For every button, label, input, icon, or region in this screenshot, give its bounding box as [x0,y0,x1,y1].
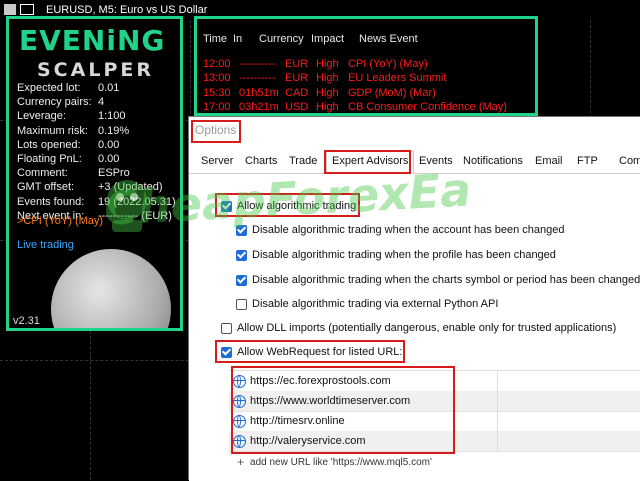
globe-icon [233,434,246,448]
disable-on-symbol-change-label: Disable algorithmic trading when the cha… [252,274,640,286]
news-row: 12:00 ---------- EUR High CPI (YoY) (May) [203,58,428,70]
allow-webrequest-option[interactable]: Allow WebRequest for listed URL: [221,346,402,358]
allow-dll-imports-label: Allow DLL imports (potentially dangerous… [237,322,617,334]
window-title: EURUSD, M5: Euro vs US Dollar [46,4,208,16]
disable-via-python-option[interactable]: Disable algorithmic trading via external… [236,298,498,310]
news-header-event: News Event [359,33,418,45]
ea-stat-row: GMT offset: +3 (Updated) [17,181,163,194]
disable-on-account-change-checkbox[interactable] [236,224,247,236]
ea-info-panel: EVENiNG SCALPER Expected lot: 0.01 Curren… [6,16,183,331]
url-text: http://timesrv.online [250,415,345,427]
tab-charts[interactable]: Charts [245,155,277,167]
ea-stat-row: Floating PnL: 0.00 [17,153,120,166]
url-text: http://valeryservice.com [250,435,366,447]
news-header-time: Time [203,33,228,45]
disable-on-account-change-option[interactable]: Disable algorithmic trading when the acc… [236,224,564,236]
news-header-in: In [233,33,243,45]
trading-status: Live trading [17,239,74,251]
allow-dll-imports-checkbox[interactable] [221,322,232,334]
url-text: https://ec.forexprostools.com [250,375,391,387]
news-header-row: Time In Currency Impact News Event [197,33,418,45]
disable-on-profile-change-option[interactable]: Disable algorithmic trading when the pro… [236,249,556,261]
tab-trade[interactable]: Trade [289,155,317,167]
url-row[interactable]: http://valeryservice.com [229,431,640,452]
news-row: 17:00 03h21m USD High CB Consumer Confidence… [203,100,507,113]
moon-graphic [51,249,171,328]
ea-status-icon [20,4,34,15]
ea-stat-row: Events found: 19 (2022.05.31) [17,195,176,208]
disable-on-symbol-change-checkbox[interactable] [236,274,247,286]
disable-on-account-change-label: Disable algorithmic trading when the acc… [252,224,565,236]
news-row: 15:30 01h51m CAD High GDP (MoM) (Mar) [203,86,436,99]
options-dialog-title: Options [195,123,237,137]
allow-dll-imports-option[interactable]: Allow DLL imports (potentially dangerous… [221,322,616,334]
news-header-impact: Impact [311,33,345,45]
disable-via-python-checkbox[interactable] [236,298,247,310]
disable-on-symbol-change-option[interactable]: Disable algorithmic trading when the cha… [236,274,640,286]
url-row[interactable]: https://www.worldtimeserver.com [229,391,640,412]
ea-stat-row: Comment: ESPro [17,167,130,180]
allow-algo-trading-option[interactable]: Allow algorithmic trading [221,200,356,212]
tab-notifications[interactable]: Notifications [463,155,523,167]
disable-on-profile-change-label: Disable algorithmic trading when the pro… [252,249,556,261]
plus-icon: + [237,455,245,469]
options-dialog: Options Server Charts Trade Expert Advis… [188,116,640,481]
ea-version: v2.31 [13,315,40,327]
options-tabs: Server Charts Trade Expert Advisors Even… [189,151,640,175]
tab-ftp[interactable]: FTP [577,155,598,167]
ea-stat-row: Currency pairs: 4 [17,96,105,109]
allow-algo-trading-label: Allow algorithmic trading [237,200,357,212]
add-url-row[interactable]: + add new URL like 'https://www.mql5.com… [237,455,432,469]
tab-email[interactable]: Email [535,155,563,167]
tab-expert-advisors[interactable]: Expert Advisors [326,151,415,175]
url-text: https://www.worldtimeserver.com [250,395,411,407]
webrequest-url-list: https://ec.forexprostools.com https://ww… [229,370,640,461]
ea-stats-list: Expected lot: 0.01 Currency pairs: 4 Lever… [17,81,176,223]
ea-logo-title: EVENiNG [19,24,166,57]
news-header-currency: Currency [259,33,304,45]
options-dialog-titlebar: Options [189,117,640,146]
ea-stat-row: Leverage: 1:100 [17,110,126,123]
news-row: 13:00 ---------- EUR High EU Leaders Summit [203,72,447,85]
globe-icon [233,394,246,408]
tab-community[interactable]: Com [619,155,640,167]
disable-on-profile-change-checkbox[interactable] [236,249,247,261]
allow-webrequest-checkbox[interactable] [221,346,232,358]
tab-events[interactable]: Events [419,155,453,167]
chart-window-icon [4,4,16,15]
ea-stat-row: Lots opened: 0.00 [17,138,120,151]
ea-stat-row: Expected lot: 0.01 [17,82,120,94]
allow-webrequest-label: Allow WebRequest for listed URL: [237,346,403,358]
ea-stat-row: Maximum risk: 0.19% [17,124,130,137]
ea-logo-subtitle: SCALPER [37,59,154,81]
globe-icon [233,414,246,428]
url-row[interactable]: http://timesrv.online [229,411,640,432]
news-panel: Time In Currency Impact News Event 12:00… [194,16,538,116]
next-event-line: >CPI (YoY) (May) [17,215,104,227]
globe-icon [233,374,246,388]
disable-via-python-label: Disable algorithmic trading via external… [252,298,499,310]
news-rows: 12:00 ---------- EUR High CPI (YoY) (May) 13… [197,57,535,113]
tab-server[interactable]: Server [201,155,233,167]
add-url-placeholder: add new URL like 'https://www.mql5.com' [250,456,432,468]
allow-algo-trading-checkbox[interactable] [221,200,232,212]
url-row[interactable]: https://ec.forexprostools.com [229,371,640,392]
